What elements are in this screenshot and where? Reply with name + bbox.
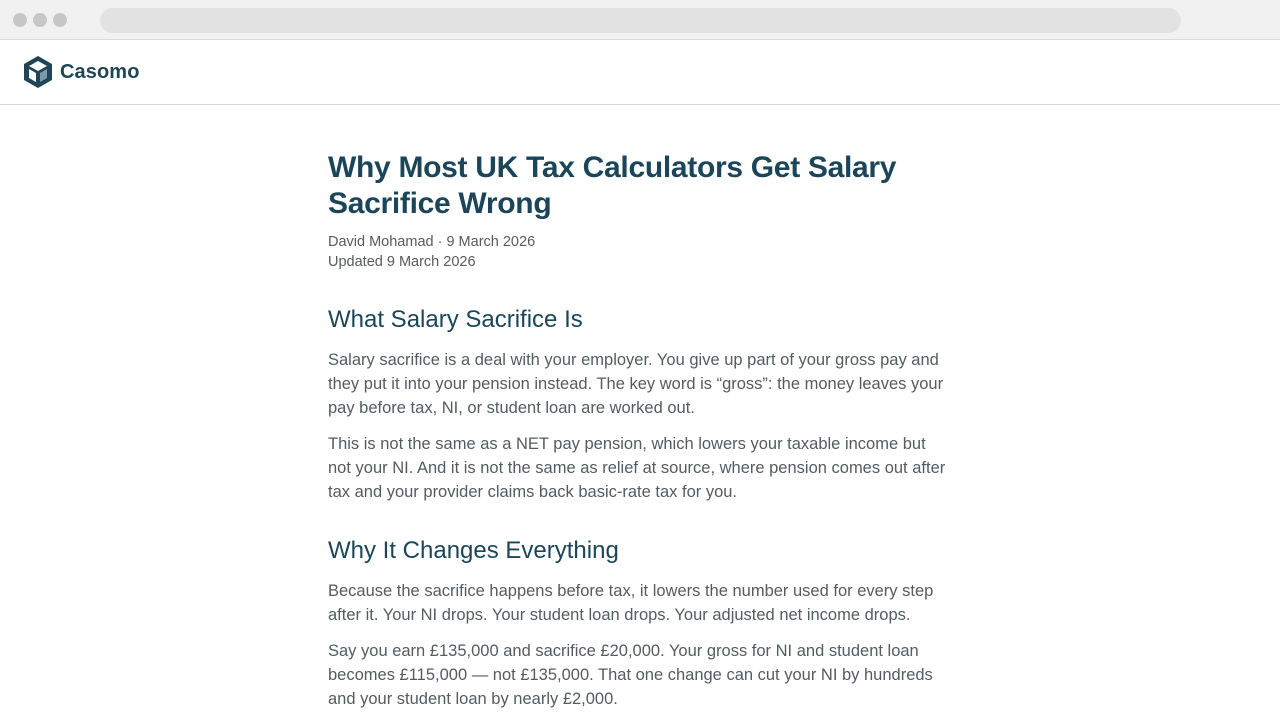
browser-chrome [0, 0, 1280, 40]
section-heading: Why It Changes Everything [328, 537, 619, 564]
byline: David Mohamad · 9 March 2026 [328, 234, 536, 250]
window-minimize-dot[interactable] [33, 13, 47, 27]
section-heading: What Salary Sacrifice Is [328, 306, 583, 333]
paragraph: This is not the same as a NET pay pensio… [328, 435, 946, 501]
article-title: Why Most UK Tax Calculators Get Salary S… [328, 151, 897, 220]
article-meta: David Mohamad · 9 March 2026 Updated 9 M… [328, 232, 952, 272]
updated-date: Updated 9 March 2026 [328, 254, 476, 270]
paragraph: Because the sacrifice happens before tax… [328, 582, 934, 624]
logo-text: Casomo [60, 60, 140, 83]
section-why-it-changes-everything: Why It Changes Everything Because the sa… [328, 536, 952, 711]
window-maximize-dot[interactable] [53, 13, 67, 27]
address-bar[interactable] [100, 8, 1181, 33]
window-close-dot[interactable] [13, 13, 27, 27]
section-what-salary-sacrifice-is: What Salary Sacrifice Is Salary sacrific… [328, 305, 952, 504]
site-header: Casomo [0, 40, 1280, 105]
cube-logo-icon [24, 56, 52, 88]
paragraph: Say you earn £135,000 and sacrifice £20,… [328, 642, 933, 708]
article: Why Most UK Tax Calculators Get Salary S… [328, 150, 952, 711]
paragraph: Salary sacrifice is a deal with your emp… [328, 351, 944, 417]
logo-link[interactable]: Casomo [23, 55, 140, 89]
